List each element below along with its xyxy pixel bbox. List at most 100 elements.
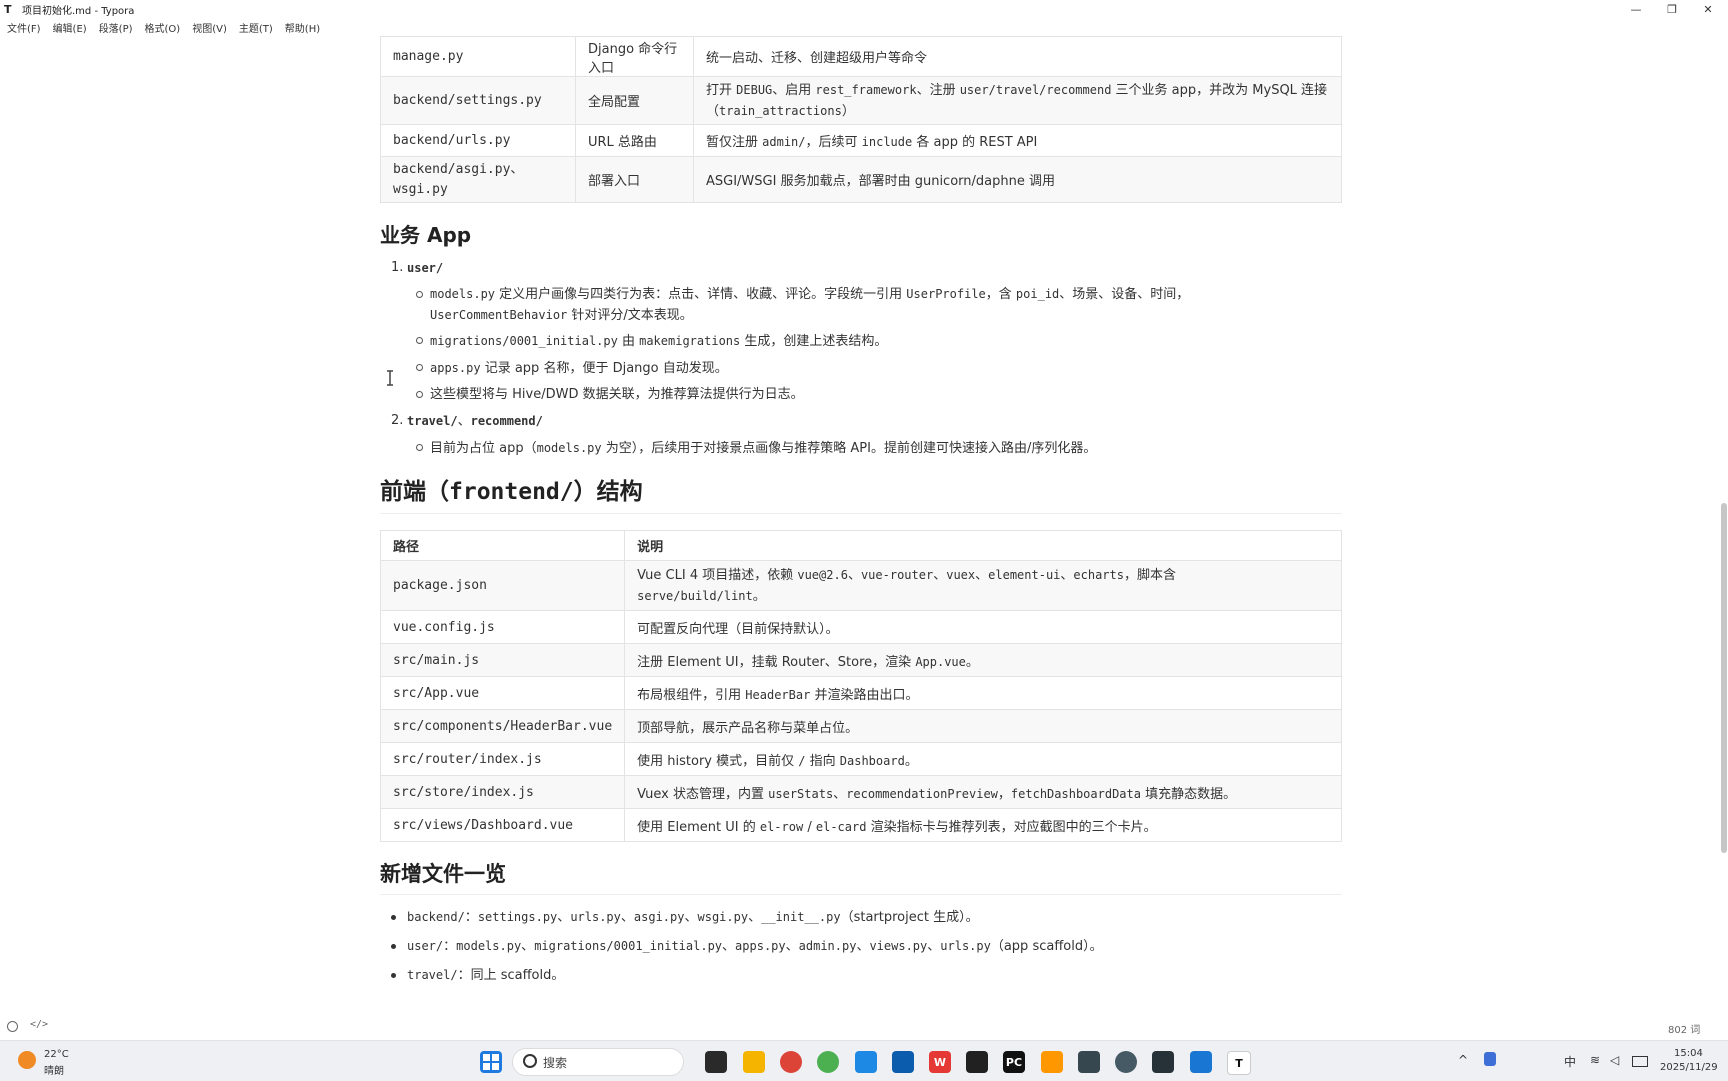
frontend-table: 路径 说明 package.json Vue CLI 4 项目描述，依赖 vue… [379,530,1342,842]
start-menu-icon[interactable] [480,1051,502,1073]
app-circle-icon[interactable] [1115,1051,1137,1073]
security-icon[interactable] [1484,1052,1496,1066]
section-business-apps: 业务 App 1. user/ models.py 定义用户画像与四类行为表：点… [380,219,1342,460]
sidebar-toggle-icon[interactable] [7,1021,18,1032]
menu-file[interactable]: 文件(F) [6,20,42,36]
table-cell-desc: 暂仅注册 admin/，后续可 include 各 app 的 REST API [693,124,1342,157]
maximize-button[interactable]: ❐ [1654,0,1690,18]
table-cell-kind: 部署入口 [575,156,694,203]
volume-icon[interactable]: ◁ [1610,1053,1619,1067]
menu-format[interactable]: 格式(O) [144,20,182,36]
table-row: package.json Vue CLI 4 项目描述，依赖 vue@2.6、v… [379,560,1342,611]
table-cell-path: src/App.vue [379,676,626,710]
table-cell-path: src/main.js [379,643,626,677]
store-icon[interactable] [892,1051,914,1073]
heading-frontend: 前端（frontend/）结构 [380,472,1342,514]
sub-list: models.py 定义用户画像与四类行为表：点击、详情、收藏、评论。字段统一引… [416,284,1342,406]
table-cell-kind: Django 命令行入口 [575,36,694,77]
notepad-icon[interactable] [1190,1051,1212,1073]
table-row: backend/urls.py URL 总路由 暂仅注册 admin/，后续可 … [380,124,1342,157]
app-cube-icon[interactable] [855,1051,877,1073]
taskbar: 22°C 晴朗 搜索 W PC T ^ 中 ≋ ◁ 15:04 2025/11/… [0,1040,1728,1081]
table-cell-desc: 注册 Element UI，挂载 Router、Store，渲染 App.vue… [624,643,1342,677]
document-area[interactable]: manage.py Django 命令行入口 统一启动、迁移、创建超级用户等命令… [379,36,1342,990]
table-cell-desc: Vuex 状态管理，内置 userStats、recommendationPre… [624,775,1342,809]
search-placeholder: 搜索 [543,1056,568,1070]
table-cell-path: vue.config.js [379,610,626,644]
clock-time[interactable]: 15:04 [1674,1048,1703,1059]
menu-edit[interactable]: 编辑(E) [52,20,88,36]
table-header-path: 路径 [379,530,626,561]
table-cell-desc: Vue CLI 4 项目描述，依赖 vue@2.6、vue-router、vue… [624,560,1342,611]
ordered-list: 1. user/ models.py 定义用户画像与四类行为表：点击、详情、收藏… [391,255,1342,460]
list-item: user/：models.py、migrations/0001_initial.… [391,932,1342,961]
wps-icon[interactable]: W [929,1051,951,1073]
app-window-icon[interactable] [1078,1051,1100,1073]
table-cell-desc: ASGI/WSGI 服务加载点，部署时由 gunicorn/daphne 调用 [693,156,1342,203]
table-row: src/main.js 注册 Element UI，挂载 Router、Stor… [379,643,1342,677]
list-item: migrations/0001_initial.py 由 makemigrati… [416,330,1342,353]
table-cell-path: package.json [379,560,626,611]
table-cell-desc: 可配置反向代理（目前保持默认）。 [624,610,1342,644]
table-row: src/store/index.js Vuex 状态管理，内置 userStat… [379,775,1342,809]
file-explorer-icon[interactable] [743,1051,765,1073]
table-cell-path: src/store/index.js [379,775,626,809]
table-cell-path: src/router/index.js [379,742,626,776]
search-icon [523,1054,537,1068]
wifi-icon[interactable]: ≋ [1590,1053,1600,1067]
terminal-icon[interactable] [1152,1051,1174,1073]
heading-business-apps: 业务 App [380,223,472,247]
weather-desc[interactable]: 晴朗 [44,1062,64,1077]
title-bar: T 项目初始化.md - Typora [0,0,1728,18]
close-button[interactable]: ✕ [1690,0,1726,18]
backend-table: manage.py Django 命令行入口 统一启动、迁移、创建超级用户等命令… [380,36,1342,203]
taskbar-search[interactable]: 搜索 [512,1048,684,1076]
table-row: src/router/index.js 使用 history 模式，目前仅 / … [379,742,1342,776]
table-cell-path: backend/settings.py [380,76,576,125]
pycharm-icon[interactable]: PC [1003,1051,1025,1073]
table-row: backend/asgi.py、wsgi.py 部署入口 ASGI/WSGI 服… [380,156,1342,203]
scrollbar-thumb[interactable] [1721,503,1727,853]
table-header-row: 路径 说明 [379,530,1342,561]
menu-paragraph[interactable]: 段落(P) [98,20,134,36]
list-item: travel/：同上 scaffold。 [391,961,1342,990]
typora-taskbar-icon[interactable]: T [1227,1051,1251,1075]
app-green-icon[interactable] [817,1051,839,1073]
weather-temp[interactable]: 22°C [44,1049,69,1060]
table-row: src/views/Dashboard.vue 使用 Element UI 的 … [379,808,1342,842]
table-row: src/components/HeaderBar.vue 顶部导航，展示产品名称… [379,709,1342,743]
app-dark-icon[interactable] [966,1051,988,1073]
heading-new-files: 新增文件一览 [380,858,1342,895]
bullet-list: backend/：settings.py、urls.py、asgi.py、wsg… [391,903,1342,990]
table-cell-desc: 统一启动、迁移、创建超级用户等命令 [693,36,1342,77]
source-mode-button[interactable]: </> [30,1019,48,1030]
minimize-button[interactable]: — [1618,0,1654,18]
list-item: apps.py 记录 app 名称，便于 Django 自动发现。 [416,357,1342,380]
table-row: backend/settings.py 全局配置 打开 DEBUG、启用 res… [380,76,1342,125]
chrome-icon[interactable] [780,1051,802,1073]
table-cell-kind: URL 总路由 [575,124,694,157]
task-view-icon[interactable] [705,1051,727,1073]
list-item: 2. travel/、recommend/ [391,413,543,429]
table-row: src/App.vue 布局根组件，引用 HeaderBar 并渲染路由出口。 [379,676,1342,710]
table-cell-path: manage.py [380,36,576,77]
table-cell-desc: 顶部导航，展示产品名称与菜单占位。 [624,709,1342,743]
battery-icon[interactable] [1632,1056,1648,1067]
app-orange-icon[interactable] [1041,1051,1063,1073]
sub-list: 目前为占位 app（models.py 为空），后续用于对接景点画像与推荐策略 … [416,437,1342,460]
table-cell-desc: 布局根组件，引用 HeaderBar 并渲染路由出口。 [624,676,1342,710]
weather-icon[interactable] [18,1051,36,1069]
menu-theme[interactable]: 主题(T) [238,20,274,36]
table-cell-desc: 使用 history 模式，目前仅 / 指向 Dashboard。 [624,742,1342,776]
ime-icon[interactable]: 中 [1564,1053,1576,1070]
word-count[interactable]: 802 词 [1668,1021,1700,1036]
table-cell-desc: 使用 Element UI 的 el-row / el-card 渲染指标卡与推… [624,808,1342,842]
menu-view[interactable]: 视图(V) [191,20,228,36]
clock-date[interactable]: 2025/11/29 [1660,1062,1718,1073]
table-cell-path: src/views/Dashboard.vue [379,808,626,842]
list-item: 目前为占位 app（models.py 为空），后续用于对接景点画像与推荐策略 … [416,437,1342,460]
tray-chevron-icon[interactable]: ^ [1458,1053,1468,1067]
list-item: 这些模型将与 Hive/DWD 数据关联，为推荐算法提供行为日志。 [416,384,1342,406]
table-cell-path: src/components/HeaderBar.vue [379,709,626,743]
menu-help[interactable]: 帮助(H) [284,20,321,36]
